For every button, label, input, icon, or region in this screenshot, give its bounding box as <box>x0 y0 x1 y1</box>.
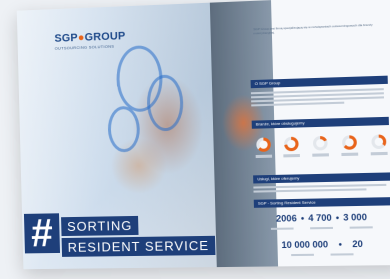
brochure-cover-page: SGP●GROUP OUTSOURCING SOLUTIONS # SORTIN… <box>16 2 217 270</box>
cover-title-line-1: SORTING <box>61 215 139 237</box>
stat-value: 10 000 000 <box>281 239 329 251</box>
stats-row-1: 2006 • 4 700 • 3 000 <box>254 212 389 224</box>
brochure-scene: SGP●GROUP OUTSOURCING SOLUTIONS # SORTIN… <box>0 0 390 279</box>
stat-value: 3 000 <box>343 211 368 223</box>
logo-brand: SGP <box>54 32 78 45</box>
company-logo: SGP●GROUP OUTSOURCING SOLUTIONS <box>54 30 125 51</box>
stat-value: 2006 <box>275 213 297 224</box>
hash-symbol: # <box>23 211 61 255</box>
stat-separator: • <box>300 213 305 224</box>
logo-group: GROUP <box>84 30 126 44</box>
stat-separator: • <box>335 212 340 223</box>
section-heading-about: O SGP Group <box>250 75 388 89</box>
industry-donut <box>283 136 301 166</box>
stat-separator: • <box>338 239 342 250</box>
section-heading-services: Usługi, które oferujemy <box>253 172 390 184</box>
stats-row-2-captions <box>255 253 390 257</box>
stats-row-2: 10 000 000 • 20 <box>255 238 390 250</box>
stat-value: 4 700 <box>308 212 332 224</box>
services-text <box>253 183 387 195</box>
industry-donut <box>254 137 272 166</box>
industry-donut <box>311 135 329 165</box>
intro-note: SGP Group jest firmą specjalizującą się … <box>253 22 373 36</box>
about-text <box>250 88 385 108</box>
info-page-content: SGP Group jest firmą specjalizującą się … <box>238 0 390 267</box>
industry-donut <box>369 134 388 163</box>
cover-title-line-2: RESIDENT SERVICE <box>61 235 216 257</box>
section-heading-srs: SGP - Sorting Resident Service <box>253 197 390 208</box>
brochure-spread: SGP●GROUP OUTSOURCING SOLUTIONS # SORTIN… <box>16 0 390 270</box>
stats-row-1-captions <box>254 226 389 230</box>
stat-value: 20 <box>352 238 363 250</box>
brochure-info-page: SGP Group jest firmą specjalizującą się … <box>209 0 390 268</box>
industry-donut <box>340 135 359 164</box>
industry-donut-row <box>254 134 388 166</box>
section-heading-industries: Branże, które obsługujemy <box>251 116 389 129</box>
